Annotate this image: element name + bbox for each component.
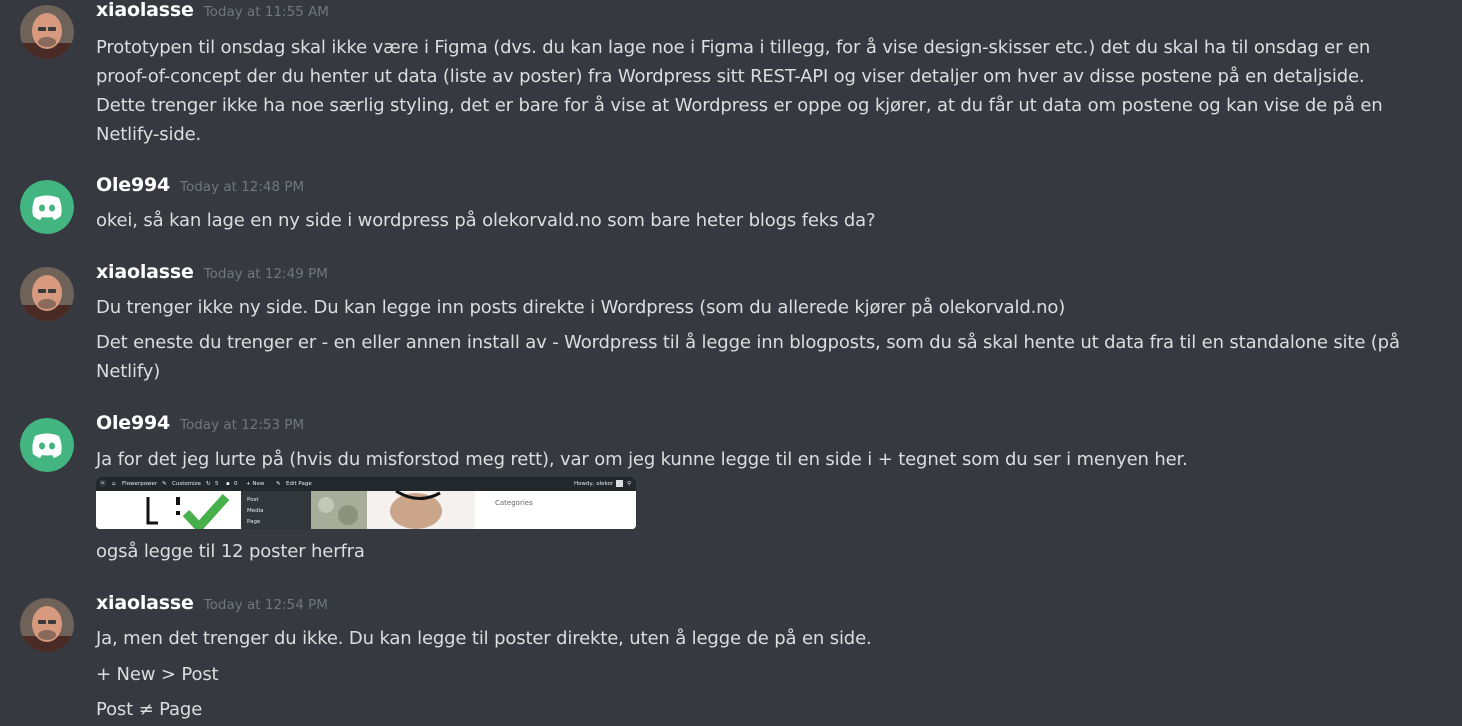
message-text: Netlify-side. (96, 124, 202, 145)
message-text: + New > Post (96, 664, 219, 685)
message-text: Netlify) (96, 361, 161, 382)
message-text: okei, så kan lage en ny side i wordpress… (96, 210, 876, 231)
howdy-label: Howdy, olekor (574, 481, 614, 487)
menu-item-post: Post (247, 497, 259, 503)
new-dropdown-menu: Post Media Page (241, 491, 311, 529)
message-author[interactable]: Ole994 Today at 12:53 PM (96, 412, 304, 434)
user-avatar[interactable] (20, 5, 74, 59)
discord-logo-icon[interactable] (20, 180, 74, 234)
author-name[interactable]: xiaolasse (96, 592, 194, 614)
page-preview-image (96, 491, 636, 529)
comment-icon: ▪ (226, 481, 230, 487)
message-timestamp: Today at 12:54 PM (203, 597, 328, 613)
image-attachment[interactable]: ⓦ ⌂ Flowerpower ✎ Customize ↻ 5 ▪ 0 + Ne… (96, 477, 636, 529)
message-text: Ja for det jeg lurte på (hvis du misfors… (96, 449, 1188, 470)
message-text: Prototypen til onsdag skal ikke være i F… (96, 37, 1371, 58)
author-name[interactable]: Ole994 (96, 174, 170, 196)
author-name[interactable]: xiaolasse (96, 0, 194, 21)
message-text: proof-of-concept der du henter ut data (… (96, 66, 1365, 87)
message-timestamp: Today at 11:55 AM (203, 4, 329, 20)
message-timestamp: Today at 12:53 PM (180, 417, 305, 433)
user-avatar[interactable] (20, 267, 74, 321)
message-author[interactable]: Ole994 Today at 12:48 PM (96, 174, 304, 196)
message-author[interactable]: xiaolasse Today at 12:49 PM (96, 261, 328, 283)
site-name: Flowerpower (122, 481, 158, 487)
pencil-icon: ✎ (276, 481, 281, 487)
search-icon: ⚲ (627, 481, 632, 487)
message-text: Det eneste du trenger er - en eller anne… (96, 332, 1400, 353)
updates-count: 5 (215, 481, 219, 487)
comments-count: 0 (234, 481, 238, 487)
wordpress-logo-icon: ⓦ (100, 481, 106, 487)
message-author[interactable]: xiaolasse Today at 12:54 PM (96, 592, 328, 614)
categories-heading: Categories (495, 499, 533, 507)
message-timestamp: Today at 12:49 PM (203, 266, 328, 282)
message-text: Du trenger ikke ny side. Du kan legge in… (96, 297, 1066, 318)
author-name[interactable]: Ole994 (96, 412, 170, 434)
updates-icon: ↻ (206, 481, 211, 487)
author-name[interactable]: xiaolasse (96, 261, 194, 283)
message-author[interactable]: xiaolasse Today at 11:55 AM (96, 0, 329, 21)
user-avatar[interactable] (20, 598, 74, 652)
message-text: Dette trenger ikke ha noe særlig styling… (96, 95, 1383, 116)
wordpress-admin-bar: ⓦ ⌂ Flowerpower ✎ Customize ↻ 5 ▪ 0 + Ne… (96, 477, 636, 491)
brush-icon: ✎ (162, 481, 167, 487)
discord-logo-icon[interactable] (20, 418, 74, 472)
message-text: Ja, men det trenger du ikke. Du kan legg… (96, 628, 872, 649)
message-timestamp: Today at 12:48 PM (180, 179, 305, 195)
message-text: også legge til 12 poster herfra (96, 541, 365, 562)
menu-item-page: Page (247, 519, 261, 525)
home-icon: ⌂ (112, 481, 116, 487)
user-avatar-mini (616, 480, 623, 487)
message-text: Post ≠ Page (96, 699, 203, 720)
customize-label: Customize (172, 481, 201, 487)
menu-item-media: Media (247, 508, 264, 514)
edit-page-label: Edit Page (286, 481, 312, 487)
new-label: + New (246, 481, 265, 487)
chat-messages: xiaolasse Today at 11:55 AM Prototypen ti… (0, 0, 1462, 726)
